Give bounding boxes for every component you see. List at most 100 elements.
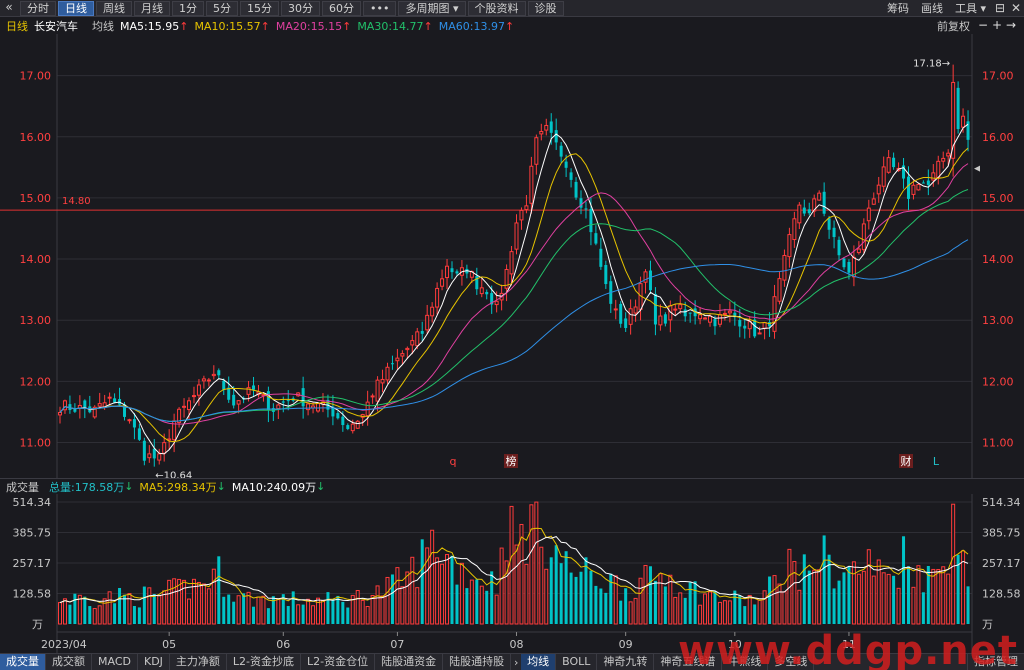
period-button-10[interactable]: 多周期图 ▾ [398,0,466,16]
period-button-5[interactable]: 5分 [206,0,238,16]
volume-ma5: MA5:298.34万 [139,480,217,494]
volume-ma10: MA10:240.09万 [231,480,317,494]
event-marker[interactable]: 财 [901,454,912,468]
period-button-4[interactable]: 1分 [172,0,204,16]
zoom-out-icon[interactable]: − [976,19,990,33]
candlestick-chart[interactable]: 17.00 17.00 16.00 16.00 15.00 15.00 14.00 14.00… [0,34,1024,478]
indicator-tab-10[interactable]: 均线 [521,654,557,670]
candle-body [375,379,380,402]
indicator-tab-2[interactable]: MACD [92,654,138,670]
period-button-1[interactable]: 日线 [58,0,94,16]
tools-menu-button[interactable]: 工具 ▾ [949,0,992,16]
candle-body [856,248,861,254]
tabs-scroll-icon[interactable]: › [511,656,521,669]
volume-bar [658,573,663,625]
indicator-tab-14[interactable]: 牛熊线 [722,654,769,670]
candle-body [127,419,132,422]
period-button-3[interactable]: 月线 [134,0,170,16]
volume-bar [88,606,92,624]
date-tick-label: 09 [619,638,633,651]
candle-body [802,207,806,214]
volume-bar [469,579,474,625]
period-button-12[interactable]: 诊股 [527,0,564,16]
event-marker[interactable]: L [933,455,940,468]
volume-bar [753,604,757,624]
period-button-11[interactable]: 个股资料 [467,0,526,16]
scroll-right-icon[interactable]: → [1004,19,1018,33]
indicator-manage-button[interactable]: 指标管理 [967,654,1024,670]
volume-bar [147,587,152,625]
volume-bar [902,536,906,624]
volume-bar [430,529,435,625]
candle-body [866,207,871,222]
volume-bar [83,596,87,624]
volume-bar [107,591,112,625]
candle-body [762,322,767,329]
volume-bar [733,590,737,624]
volume-bar [346,607,350,624]
volume-bar [559,563,563,624]
period-button-0[interactable]: 分时 [20,0,56,16]
indicator-tab-4[interactable]: 主力净额 [170,654,227,670]
period-button-2[interactable]: 周线 [96,0,132,16]
volume-bar [837,580,841,624]
event-marker[interactable]: 榜 [506,454,517,468]
indicator-tab-1[interactable]: 成交额 [46,654,92,670]
date-tick-label: 07 [390,638,404,651]
adjust-button[interactable]: 前复权 [937,18,970,34]
indicator-tab-6[interactable]: L2-资金仓位 [301,654,376,670]
volume-bar [400,586,405,625]
volume-bar [242,593,246,624]
candle-body [147,453,152,459]
candle-body [514,222,519,250]
volume-bar [663,586,667,624]
draw-line-button[interactable]: 画线 [915,0,949,16]
indicator-tab-13[interactable]: 神奇五线谱 [654,654,723,670]
chips-button[interactable]: 筹码 [881,0,915,16]
volume-bar [589,570,593,624]
close-icon[interactable]: ✕ [1008,1,1024,15]
indicator-tab-11[interactable]: BOLL [556,654,598,670]
volume-tick-right: 257.17 [982,557,1021,570]
zoom-in-icon[interactable]: + [990,19,1004,33]
back-icon[interactable]: « [0,0,18,16]
period-button-8[interactable]: 60分 [322,0,361,16]
indicator-tab-8[interactable]: 陆股通持股 [443,654,512,670]
candle-body [97,403,102,407]
indicator-tab-0[interactable]: 成交量 [0,654,46,670]
candle-body [355,420,360,429]
volume-bar [807,570,811,624]
indicator-tab-5[interactable]: L2-资金抄底 [227,654,302,670]
candle-body [807,209,811,214]
event-marker[interactable]: q [450,455,457,468]
volume-bar [579,571,583,624]
period-button-7[interactable]: 30分 [281,0,320,16]
volume-bar [152,594,156,624]
candle-body [182,405,187,408]
period-button-6[interactable]: 15分 [240,0,279,16]
candle-body [817,192,822,201]
candle-body [683,309,687,317]
volume-bar [291,591,295,624]
volume-bar [162,590,167,625]
volume-bar [688,582,692,624]
volume-bar [479,585,484,625]
restore-window-icon[interactable]: ⊟ [992,1,1008,15]
candle-body [931,172,936,181]
price-tick-right: 17.00 [982,70,1014,83]
volume-bar [494,594,499,625]
volume-bar [886,573,891,625]
indicator-tab-7[interactable]: 陆股通资金 [375,654,444,670]
volume-bar [113,603,117,624]
candle-body [380,378,385,384]
indicator-tab-12[interactable]: 神奇九转 [597,654,655,670]
volume-bar [485,590,489,624]
ma30-up-icon: ↑ [423,19,433,33]
indicator-tab-15[interactable]: 多空线 [768,654,815,670]
candle-body [232,394,236,406]
volume-bar [390,574,394,624]
period-button-9[interactable]: ••• [363,0,397,16]
volume-chart[interactable]: 514.34 514.34 385.75 385.75 257.17 257.17 128.… [0,494,1024,653]
indicator-tab-3[interactable]: KDJ [138,654,170,670]
candle-body [534,137,539,165]
